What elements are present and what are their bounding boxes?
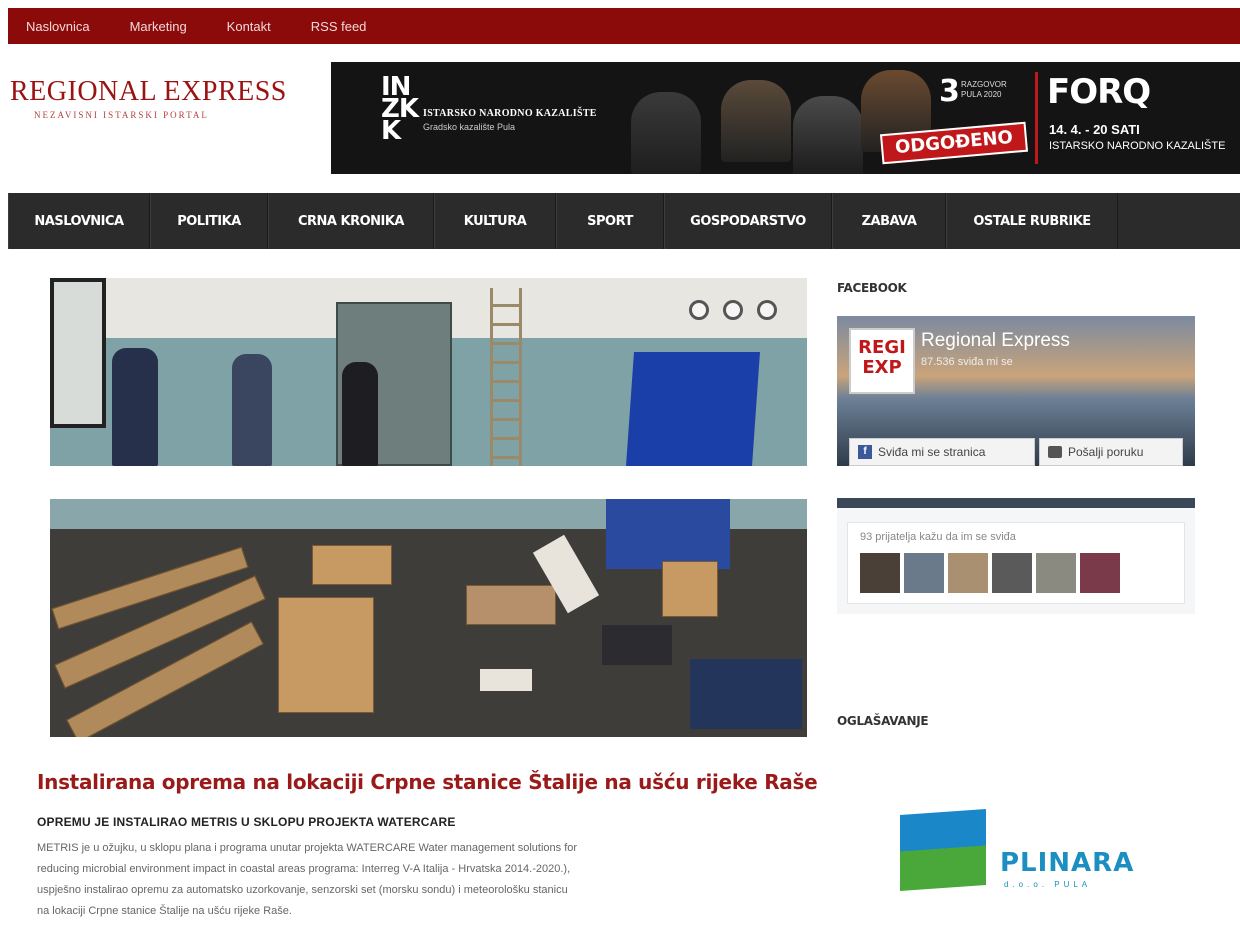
avatar[interactable] [948, 553, 988, 593]
photo-paper [480, 669, 532, 691]
fb-friends-box: 93 prijatelja kažu da im se sviđa [847, 522, 1185, 604]
avatar[interactable] [992, 553, 1032, 593]
fb-like-count: 87.536 sviđa mi se [921, 356, 1013, 368]
site-logo[interactable]: REGIONAL EXPRESS NEZAVISNI ISTARSKI PORT… [10, 76, 310, 120]
excerpt-line: METRIS je u ožujku, u sklopu plana i pro… [37, 842, 578, 854]
fb-page-name[interactable]: Regional Express [921, 330, 1070, 352]
banner-date: 14. 4. - 20 SATI [1049, 122, 1140, 137]
message-icon [1048, 446, 1062, 458]
fb-send-message-button[interactable]: Pošalji poruku [1039, 438, 1183, 466]
logo-subtitle: NEZAVISNI ISTARSKI PORTAL [34, 110, 209, 120]
band-member-image [793, 96, 863, 174]
fb-message-label: Pošalji poruku [1068, 445, 1144, 459]
fb-like-page-button[interactable]: f Sviđa mi se stranica [849, 438, 1035, 466]
nav-item-politika[interactable]: POLITIKA [150, 193, 268, 249]
banner-theatre-sub: Gradsko kazalište Pula [423, 122, 516, 132]
banner-count: 3 [939, 74, 960, 109]
photo-blue-panel [606, 499, 730, 569]
avatar[interactable] [904, 553, 944, 593]
avatar[interactable] [860, 553, 900, 593]
featured-slide-image[interactable] [50, 278, 807, 466]
photo-blue-panel [626, 352, 760, 466]
facebook-page-widget: REGI EXP Regional Express 87.536 sviđa m… [837, 316, 1195, 614]
nav-item-gospodarstvo[interactable]: GOSPODARSTVO [664, 193, 832, 249]
nav-item-ostale-rubrike[interactable]: OSTALE RUBRIKE [946, 193, 1118, 249]
photo-case [602, 625, 672, 665]
fb-like-label: Sviđa mi se stranica [878, 445, 986, 459]
nav-item-naslovnica[interactable]: NASLOVNICA [8, 193, 150, 249]
plinara-logo-mark [900, 808, 986, 892]
slider-dot[interactable] [757, 300, 777, 320]
topbar-link-rss[interactable]: RSS feed [311, 19, 367, 34]
header-banner-ad[interactable]: IN ZK K ISTARSKO NARODNO KAZALIŠTE Gradsko… [331, 62, 1240, 174]
photo-box [466, 585, 556, 625]
main-navigation: NASLOVNICA POLITIKA CRNA KRONIKA KULTURA… [8, 193, 1240, 249]
banner-theatre: ISTARSKO NARODNO KAZALIŠTE [423, 108, 597, 119]
photo-window [50, 278, 106, 428]
fb-cover-photo-strip [837, 498, 1195, 508]
banner-band-name: FORQ [1047, 72, 1151, 112]
facebook-heading: FACEBOOK [837, 281, 907, 295]
photo-person [232, 354, 272, 466]
article-excerpt: METRIS je u ožujku, u sklopu plana i pro… [37, 838, 817, 922]
fb-page-logo[interactable]: REGI EXP [849, 328, 915, 394]
nav-item-kultura[interactable]: KULTURA [434, 193, 556, 249]
facebook-icon: f [858, 445, 872, 459]
banner-venue: ISTARSKO NARODNO KAZALIŠTE [1049, 140, 1226, 152]
fb-friends-text: 93 prijatelja kažu da im se sviđa [860, 531, 1016, 543]
banner-count-note: RAZGOVOR PULA 2020 [961, 80, 1007, 99]
article-subtitle: OPREMU JE INSTALIRAO METRIS U SKLOPU PRO… [37, 815, 456, 829]
excerpt-line: na lokaciji Crpne stanice Štalije na ušć… [37, 905, 292, 917]
topbar-link-marketing[interactable]: Marketing [130, 19, 187, 34]
fb-friend-avatars [860, 553, 1120, 593]
band-member-image [631, 92, 701, 174]
photo-ladder [490, 288, 522, 466]
logo-title: REGIONAL EXPRESS [10, 76, 287, 107]
plinara-brand: PLINARA [1000, 848, 1135, 878]
ads-heading: OGLAŠAVANJE [837, 714, 929, 728]
photo-box [278, 597, 374, 713]
photo-case [690, 659, 802, 729]
article-title[interactable]: Instalirana oprema na lokaciji Crpne sta… [37, 770, 818, 794]
nav-item-crna-kronika[interactable]: CRNA KRONIKA [268, 193, 434, 249]
plinara-sub: d.o.o. PULA [1004, 880, 1092, 889]
slider-dot[interactable] [689, 300, 709, 320]
band-member-image [721, 80, 791, 162]
photo-person [112, 348, 158, 466]
slider-dot[interactable] [723, 300, 743, 320]
top-utility-bar: Naslovnica Marketing Kontakt RSS feed [8, 8, 1240, 44]
topbar-link-naslovnica[interactable]: Naslovnica [26, 19, 90, 34]
nav-item-sport[interactable]: SPORT [556, 193, 664, 249]
plinara-ad[interactable]: PLINARA d.o.o. PULA [900, 808, 1160, 892]
inzk-logo: IN ZK K [381, 72, 419, 146]
photo-person [342, 362, 378, 466]
topbar-link-kontakt[interactable]: Kontakt [227, 19, 271, 34]
slider-pagination [689, 300, 777, 320]
photo-box [312, 545, 392, 585]
featured-slide-image-lower[interactable] [50, 499, 807, 737]
excerpt-line: uspješno instalirao opremu za automatsko… [37, 884, 568, 896]
avatar[interactable] [1080, 553, 1120, 593]
excerpt-line: reducing microbial environment impact in… [37, 863, 571, 875]
banner-divider [1035, 72, 1038, 164]
nav-item-zabava[interactable]: ZABAVA [832, 193, 946, 249]
avatar[interactable] [1036, 553, 1076, 593]
photo-box [662, 561, 718, 617]
